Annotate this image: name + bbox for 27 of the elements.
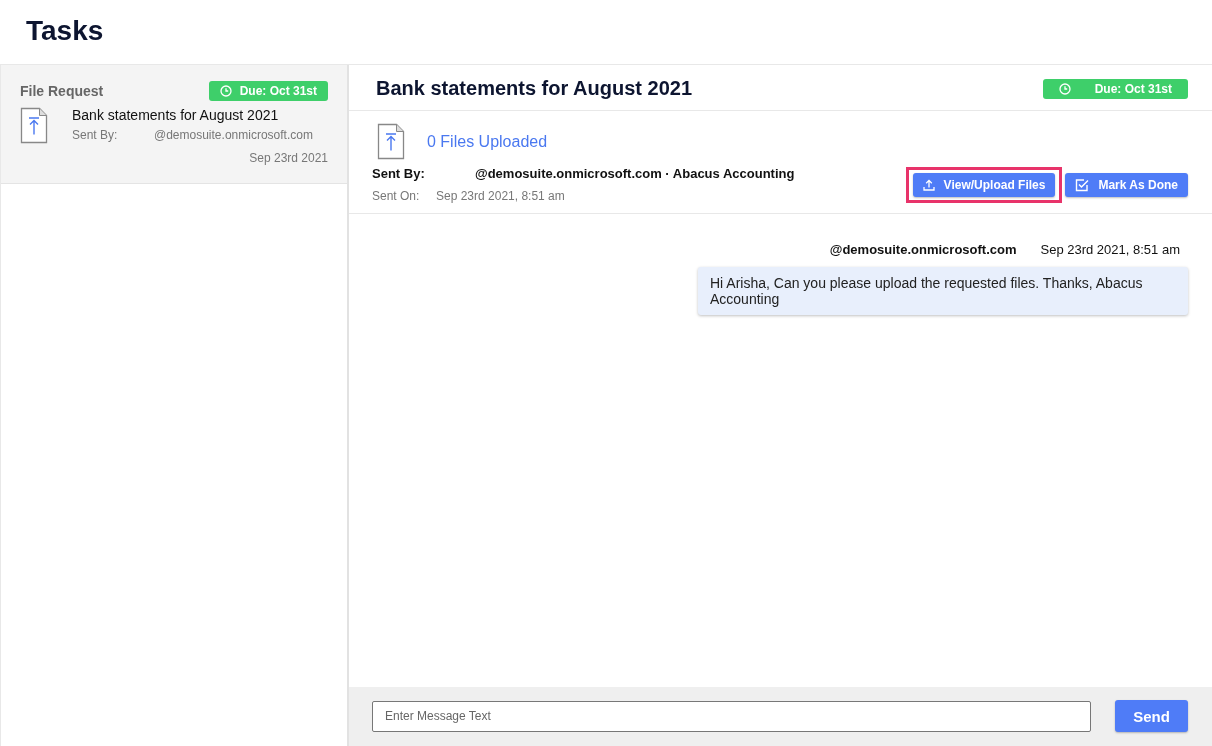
due-badge: Due: Oct 31st <box>208 81 328 101</box>
message-bubble: Hi Arisha, Can you please upload the requested files. Thanks, Abacus Accounting <box>698 267 1188 315</box>
task-heading: Bank statements for August 2021 <box>376 77 692 100</box>
clock-icon <box>1058 82 1071 95</box>
task-title: Bank statements for August 2021 <box>72 107 280 123</box>
file-upload-icon <box>20 107 48 144</box>
task-list-item[interactable]: File Request Due: Oct 31st Bank statements for August 2021 Sent By: @demosuite.onmicrosoft.com Sep 23rd 2021 <box>1 65 347 184</box>
clock-icon <box>219 85 232 97</box>
send-button[interactable]: Send <box>1115 700 1188 732</box>
due-badge: Due: Oct 31st <box>1042 78 1188 99</box>
task-type: File Request <box>20 83 104 99</box>
checkbox-icon <box>1075 178 1090 192</box>
message-sender: @demosuite.onmicrosoft.com <box>829 242 1017 257</box>
mark-as-done-button[interactable]: Mark As Done <box>1065 173 1188 197</box>
sender-email: @demosuite.onmicrosoft.com <box>154 128 313 142</box>
sent-on-label: Sent On: <box>372 189 421 203</box>
sent-on-date: Sep 23rd 2021, 8:51 am <box>436 189 565 203</box>
message-time: Sep 23rd 2021, 8:51 am <box>1040 242 1180 257</box>
view-upload-files-button[interactable]: View/Upload Files <box>912 173 1056 197</box>
files-uploaded-link[interactable]: 0 Files Uploaded <box>427 132 548 151</box>
sent-by-label: Sent By: <box>72 128 119 142</box>
upload-icon <box>922 179 935 191</box>
sent-by-label: Sent By: <box>372 166 426 181</box>
task-date: Sep 23rd 2021 <box>248 151 328 165</box>
file-upload-icon <box>377 123 405 160</box>
message-input[interactable]: Enter Message Text <box>372 700 1091 732</box>
sender-info: @demosuite.onmicrosoft.com · Abacus Accounting <box>475 166 795 181</box>
